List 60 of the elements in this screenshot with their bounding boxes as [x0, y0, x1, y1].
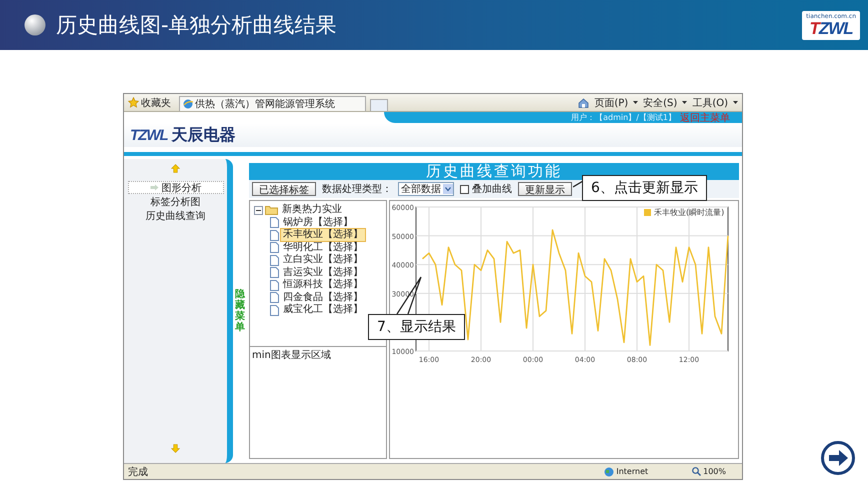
checkbox-label: 叠加曲线 [472, 182, 512, 196]
callout: 6、点击更新显示 [582, 175, 707, 201]
checkbox[interactable] [460, 184, 469, 194]
favorites-button[interactable]: 收藏夹 [141, 96, 171, 110]
tree-item[interactable]: 新奥热力实业 [280, 204, 344, 216]
arrow-icon [150, 184, 158, 191]
tree-item[interactable]: 锅炉房【选择】 [281, 216, 355, 228]
tree-item[interactable]: 恒源科技【选择】 [281, 279, 365, 291]
sidebar-item[interactable]: 历史曲线查询 [128, 209, 224, 222]
collapse-icon[interactable] [254, 206, 263, 214]
document-icon [270, 292, 279, 303]
globe-icon [604, 466, 614, 476]
zoom-level[interactable]: 100% [703, 467, 726, 476]
tree-item[interactable]: 四金食品【选择】 [281, 292, 365, 304]
legend-label: 禾丰牧业(瞬时流量) [654, 208, 724, 217]
caret-icon[interactable] [633, 101, 638, 104]
zoom-icon [692, 467, 702, 476]
sidebar-item[interactable]: 图形分析 [128, 181, 224, 194]
type-label: 数据处理类型： [322, 182, 392, 196]
caret-icon[interactable] [682, 101, 688, 104]
document-icon [270, 254, 279, 266]
browser-tab[interactable]: 供热（蒸汽）管网能源管理系统 [179, 96, 366, 111]
status-text: 完成 [128, 466, 149, 478]
dropdown-icon [443, 184, 453, 194]
type-dropdown[interactable]: 全部数据 [398, 182, 454, 196]
document-icon [270, 230, 279, 240]
next-button[interactable] [821, 441, 855, 475]
browser-menu[interactable]: 页面(P) [594, 96, 628, 110]
browser-menu[interactable]: 工具(O) [692, 96, 728, 110]
slide-title: 历史曲线图-单独分析曲线结果 [56, 12, 338, 39]
document-icon [270, 217, 279, 228]
user-info: 用户：【admin】/【测试1】 [571, 112, 676, 123]
panel-title: 历史曲线查询功能 [249, 163, 739, 180]
tree-item[interactable]: 立白实业【选择】 [281, 254, 365, 266]
sidebar-item[interactable]: 标签分析图 [128, 195, 224, 208]
callout: 7、显示结果 [368, 314, 465, 340]
mini-chart-area: min图表显示区域 [249, 347, 387, 459]
document-icon [270, 304, 279, 316]
tree-item[interactable]: 吉运实业【选择】 [281, 266, 365, 278]
tree-item[interactable]: 威宝化工【选择】 [281, 304, 365, 316]
logo-mark: TZWL [130, 126, 168, 144]
star-icon [128, 97, 139, 108]
leader-line [573, 180, 583, 188]
legend-swatch [644, 209, 651, 216]
caret-icon[interactable] [733, 101, 738, 104]
brand-name: 天辰电器 [172, 124, 236, 146]
folder-icon [265, 205, 278, 215]
selected-tags-button[interactable]: 已选择标签 [252, 182, 316, 196]
tab-title: 供热（蒸汽）管网能源管理系统 [195, 98, 335, 111]
browser-menu[interactable]: 安全(S) [643, 96, 678, 110]
document-icon [270, 267, 279, 278]
tree-item[interactable]: 禾丰牧业【选择】 [281, 229, 365, 241]
security-zone: Internet [616, 467, 648, 476]
update-button[interactable]: 更新显示 [518, 182, 572, 196]
home-icon[interactable] [578, 98, 590, 108]
document-icon [270, 280, 279, 290]
sphere-icon [24, 14, 46, 36]
globe-icon [183, 99, 193, 109]
tree-item[interactable]: 华明化工【选择】 [281, 242, 365, 254]
document-icon [270, 242, 279, 253]
